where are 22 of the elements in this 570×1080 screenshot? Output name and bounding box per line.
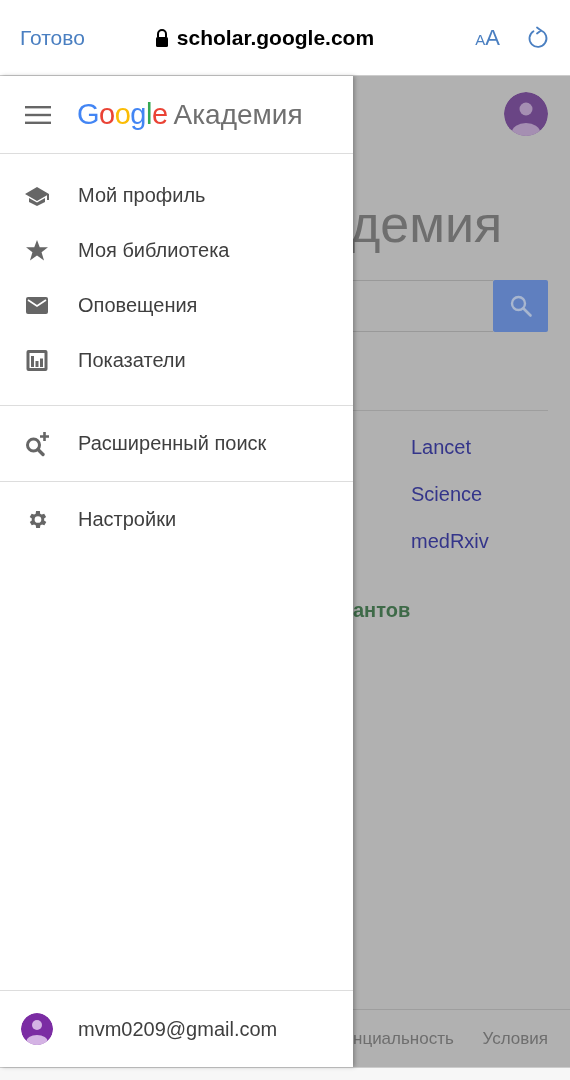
done-button[interactable]: Готово: [20, 25, 85, 50]
account-email[interactable]: mvm0209@gmail.com: [78, 1017, 278, 1041]
search-button[interactable]: [493, 280, 548, 332]
menu-item[interactable]: Моя библиотека: [0, 223, 353, 278]
app-title: Академия: [173, 98, 303, 131]
journal-link[interactable]: Science: [411, 482, 548, 506]
menu-item[interactable]: Мой профиль: [0, 168, 353, 223]
search-icon: [508, 294, 533, 318]
avatar-icon: [21, 1013, 53, 1045]
lock-icon: [154, 28, 169, 47]
google-logo: Google: [77, 98, 168, 131]
avatar-icon[interactable]: [504, 92, 548, 136]
journal-link[interactable]: medRxiv: [411, 529, 548, 553]
menu-item[interactable]: Расширенный поиск: [0, 416, 353, 471]
journal-link[interactable]: Lancet: [411, 435, 548, 459]
menu-item[interactable]: Показатели: [0, 333, 353, 388]
menu-item[interactable]: Оповещения: [0, 278, 353, 333]
menu-icon[interactable]: [25, 105, 51, 124]
menu-item[interactable]: Настройки: [0, 492, 353, 547]
url-text[interactable]: scholar.google.com: [176, 25, 375, 50]
reload-icon[interactable]: [526, 24, 550, 51]
text-size-button[interactable]: AA: [475, 24, 500, 51]
